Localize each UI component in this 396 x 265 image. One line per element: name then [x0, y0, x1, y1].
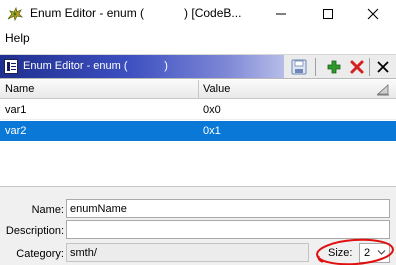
column-chooser-icon[interactable] [376, 83, 390, 99]
panel-title: Enum Editor - enum ( ) [23, 60, 168, 72]
close-window-button[interactable] [350, 0, 396, 28]
column-header-name[interactable]: Name [5, 83, 34, 95]
menu-bar: Help [0, 28, 396, 48]
delete-row-button[interactable] [347, 57, 367, 77]
save-icon [291, 59, 307, 75]
dragon-app-icon [6, 5, 24, 23]
annotation-circle [316, 238, 394, 265]
maximize-icon [323, 9, 333, 19]
row-name-cell[interactable]: var1 [5, 104, 26, 116]
toolbar-separator [369, 58, 370, 76]
menu-help[interactable]: Help [5, 31, 30, 45]
delete-icon [350, 60, 364, 74]
save-button[interactable] [289, 57, 309, 77]
close-icon [367, 8, 379, 20]
table-row[interactable]: var1 0x0 [0, 100, 396, 120]
column-divider[interactable] [198, 80, 199, 99]
menu-separator [0, 48, 396, 55]
enum-editor-icon [4, 59, 18, 74]
panel-toolbar: Enum Editor - enum ( ) [0, 55, 396, 79]
row-value-cell[interactable]: 0x0 [203, 104, 221, 116]
add-row-button[interactable] [324, 57, 344, 77]
row-value-cell[interactable]: 0x1 [203, 125, 221, 137]
name-label: Name: [31, 204, 64, 216]
category-field[interactable] [66, 243, 309, 262]
table-row-selected[interactable]: var2 0x1 [0, 121, 396, 141]
close-panel-button[interactable] [373, 57, 393, 77]
maximize-button[interactable] [305, 0, 351, 28]
minimize-icon [276, 13, 286, 15]
panel-title-bar: Enum Editor - enum ( ) [0, 55, 284, 78]
table-header: Name Value [0, 80, 396, 99]
row-name-cell[interactable]: var2 [5, 125, 26, 137]
name-field[interactable] [66, 199, 390, 218]
window-title: Enum Editor - enum ( ) [CodeB... [30, 6, 242, 20]
add-icon [327, 60, 341, 74]
window-titlebar: Enum Editor - enum ( ) [CodeB... [0, 0, 396, 28]
description-label: Description: [5, 225, 64, 237]
minimize-button[interactable] [258, 0, 304, 28]
category-label: Category: [16, 248, 64, 260]
enum-values-table: Name Value var1 0x0 var2 0x1 [0, 80, 396, 186]
toolbar-separator [315, 58, 316, 76]
enum-properties-form: Name: Description: Category: Size: 2 [0, 186, 396, 265]
close-icon [377, 61, 389, 73]
column-header-value[interactable]: Value [203, 83, 230, 95]
